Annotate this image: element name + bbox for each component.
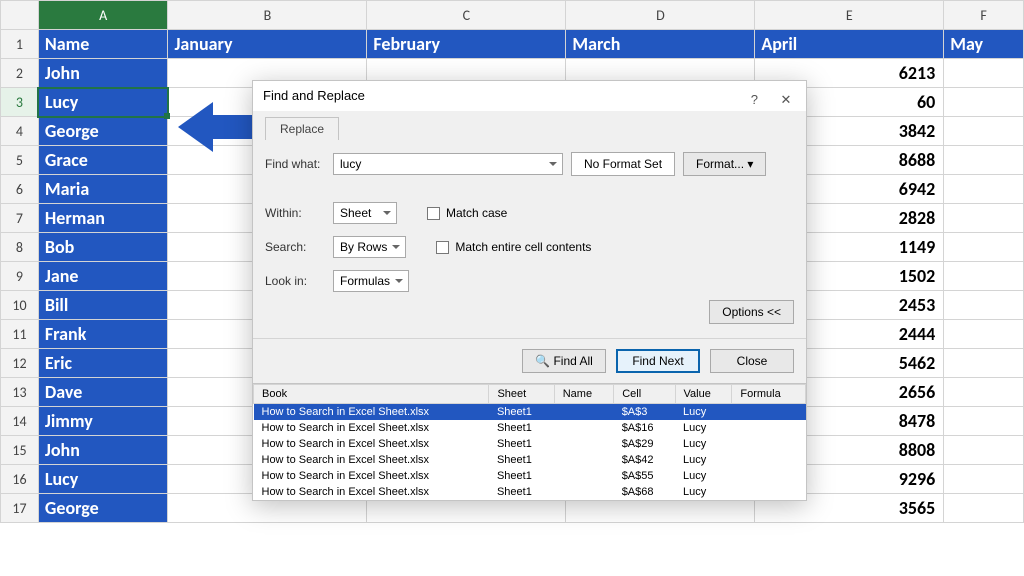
header-cell[interactable]: April xyxy=(755,30,944,59)
close-button[interactable]: Close xyxy=(710,349,794,373)
cell-F6[interactable] xyxy=(944,175,1024,204)
cell-F2[interactable] xyxy=(944,59,1024,88)
col-header-D[interactable]: D xyxy=(566,1,755,30)
col-header-C[interactable]: C xyxy=(367,1,566,30)
results-pane[interactable]: BookSheetNameCellValueFormulaHow to Sear… xyxy=(253,383,806,500)
lookin-label: Look in: xyxy=(265,274,325,288)
tab-replace[interactable]: Replace xyxy=(265,117,339,140)
row-header-8[interactable]: 8 xyxy=(1,233,39,262)
cell-A2[interactable]: John xyxy=(38,59,168,88)
match-entire-checkbox[interactable]: Match entire cell contents xyxy=(436,240,591,254)
cell-A17[interactable]: George xyxy=(38,494,168,523)
cell-A12[interactable]: Eric xyxy=(38,349,168,378)
cell-F8[interactable] xyxy=(944,233,1024,262)
row-header-12[interactable]: 12 xyxy=(1,349,39,378)
row-header-17[interactable]: 17 xyxy=(1,494,39,523)
cell-F5[interactable] xyxy=(944,146,1024,175)
row-header-15[interactable]: 15 xyxy=(1,436,39,465)
cell-F3[interactable] xyxy=(944,88,1024,117)
cell-F15[interactable] xyxy=(944,436,1024,465)
header-cell[interactable]: February xyxy=(367,30,566,59)
help-icon[interactable]: ? xyxy=(751,85,758,115)
col-header-F[interactable]: F xyxy=(944,1,1024,30)
results-col-Book[interactable]: Book xyxy=(254,385,489,404)
results-col-Cell[interactable]: Cell xyxy=(614,385,675,404)
cell-A11[interactable]: Frank xyxy=(38,320,168,349)
row-header-9[interactable]: 9 xyxy=(1,262,39,291)
no-format-button[interactable]: No Format Set xyxy=(571,152,675,176)
row-header-5[interactable]: 5 xyxy=(1,146,39,175)
select-all-corner[interactable] xyxy=(1,1,39,30)
dialog-titlebar[interactable]: Find and Replace ? ✕ xyxy=(253,81,806,111)
within-select[interactable]: Sheet xyxy=(333,202,397,224)
cell-A7[interactable]: Herman xyxy=(38,204,168,233)
row-header-14[interactable]: 14 xyxy=(1,407,39,436)
header-cell[interactable]: March xyxy=(566,30,755,59)
row-header-7[interactable]: 7 xyxy=(1,204,39,233)
find-all-button[interactable]: 🔍 Find All xyxy=(522,349,606,373)
match-case-checkbox[interactable]: Match case xyxy=(427,206,507,220)
results-col-Sheet[interactable]: Sheet xyxy=(489,385,554,404)
cell-F10[interactable] xyxy=(944,291,1024,320)
find-what-label: Find what: xyxy=(265,157,325,171)
col-header-A[interactable]: A xyxy=(38,1,168,30)
col-header-E[interactable]: E xyxy=(755,1,944,30)
cell-A9[interactable]: Jane xyxy=(38,262,168,291)
cell-A5[interactable]: Grace xyxy=(38,146,168,175)
results-col-Formula[interactable]: Formula xyxy=(732,385,806,404)
cell-F13[interactable] xyxy=(944,378,1024,407)
row-header-11[interactable]: 11 xyxy=(1,320,39,349)
cell-F16[interactable] xyxy=(944,465,1024,494)
find-next-button[interactable]: Find Next xyxy=(616,349,700,373)
header-cell[interactable]: January xyxy=(168,30,367,59)
row-header-1[interactable]: 1 xyxy=(1,30,39,59)
row-header-10[interactable]: 10 xyxy=(1,291,39,320)
cell-A3[interactable]: Lucy xyxy=(38,88,168,117)
results-row[interactable]: How to Search in Excel Sheet.xlsxSheet1$… xyxy=(254,404,806,421)
cell-A8[interactable]: Bob xyxy=(38,233,168,262)
options-button[interactable]: Options << xyxy=(709,300,794,324)
cell-A16[interactable]: Lucy xyxy=(38,465,168,494)
header-cell[interactable]: May xyxy=(944,30,1024,59)
row-header-3[interactable]: 3 xyxy=(1,88,39,117)
cell-A13[interactable]: Dave xyxy=(38,378,168,407)
search-select[interactable]: By Rows xyxy=(333,236,406,258)
cell-A10[interactable]: Bill xyxy=(38,291,168,320)
cell-F12[interactable] xyxy=(944,349,1024,378)
cell-F7[interactable] xyxy=(944,204,1024,233)
search-label: Search: xyxy=(265,240,325,254)
row-header-16[interactable]: 16 xyxy=(1,465,39,494)
cell-A6[interactable]: Maria xyxy=(38,175,168,204)
cell-A14[interactable]: Jimmy xyxy=(38,407,168,436)
results-col-Name[interactable]: Name xyxy=(554,385,613,404)
header-cell[interactable]: Name xyxy=(38,30,168,59)
row-header-2[interactable]: 2 xyxy=(1,59,39,88)
find-what-input[interactable]: lucy xyxy=(333,153,563,175)
row-header-4[interactable]: 4 xyxy=(1,117,39,146)
cell-A4[interactable]: George xyxy=(38,117,168,146)
cell-F14[interactable] xyxy=(944,407,1024,436)
results-row[interactable]: How to Search in Excel Sheet.xlsxSheet1$… xyxy=(254,452,806,468)
results-row[interactable]: How to Search in Excel Sheet.xlsxSheet1$… xyxy=(254,468,806,484)
close-icon[interactable]: ✕ xyxy=(774,85,798,107)
find-replace-dialog: Find and Replace ? ✕ Replace Find what: … xyxy=(252,80,807,501)
cell-A15[interactable]: John xyxy=(38,436,168,465)
row-header-6[interactable]: 6 xyxy=(1,175,39,204)
lookin-select[interactable]: Formulas xyxy=(333,270,409,292)
dialog-title: Find and Replace xyxy=(263,88,365,103)
format-button[interactable]: Format... ▾ xyxy=(683,152,766,176)
cell-F17[interactable] xyxy=(944,494,1024,523)
results-row[interactable]: How to Search in Excel Sheet.xlsxSheet1$… xyxy=(254,436,806,452)
results-row[interactable]: How to Search in Excel Sheet.xlsxSheet1$… xyxy=(254,420,806,436)
results-col-Value[interactable]: Value xyxy=(675,385,732,404)
row-header-13[interactable]: 13 xyxy=(1,378,39,407)
cell-F9[interactable] xyxy=(944,262,1024,291)
col-header-B[interactable]: B xyxy=(168,1,367,30)
cell-F4[interactable] xyxy=(944,117,1024,146)
results-row[interactable]: How to Search in Excel Sheet.xlsxSheet1$… xyxy=(254,484,806,500)
cell-F11[interactable] xyxy=(944,320,1024,349)
within-label: Within: xyxy=(265,206,325,220)
